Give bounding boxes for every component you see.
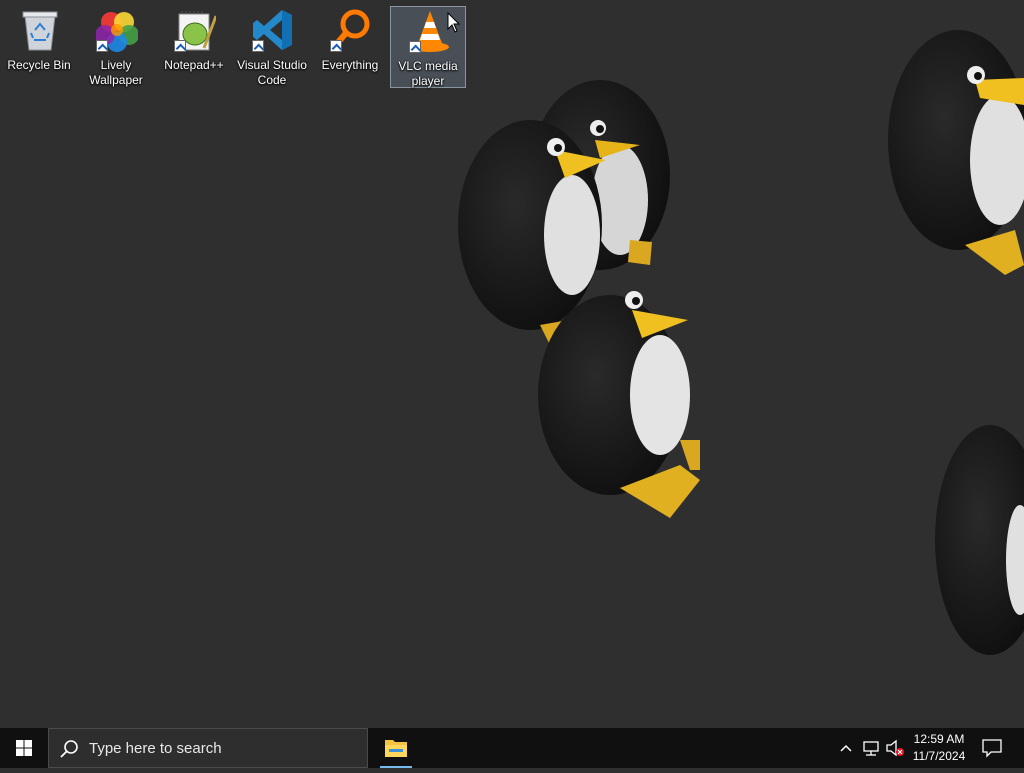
search-icon [60,740,78,758]
taskbar: Type here to search 12:59 AM 11/7/2024 [0,728,1024,768]
shortcut-arrow-icon [330,40,342,52]
shortcut-arrow-icon [174,40,186,52]
recycle-bin-icon [22,11,58,51]
clock-time: 12:59 AM [913,732,965,746]
volume-muted-icon[interactable] [885,738,905,758]
search-placeholder: Type here to search [89,740,222,757]
folder-icon [385,740,407,757]
desktop-icon-recycle-bin[interactable]: Recycle Bin [1,6,77,88]
desktop-icon-label: Everything [321,58,379,72]
desktop-icon-everything[interactable]: Everything [312,6,388,88]
taskbar-search-box[interactable]: Type here to search [48,728,368,768]
shortcut-arrow-icon [96,40,108,52]
network-icon[interactable] [861,738,881,758]
shortcut-arrow-icon [252,40,264,52]
desktop-icon-notepad-plus-plus[interactable]: Notepad++ [156,6,232,88]
desktop-icon-lively-wallpaper[interactable]: Lively Wallpaper [78,6,154,88]
vscode-icon [252,8,294,52]
desktop-icon-label: Visual Studio Code [237,58,307,87]
desktop-icon-visual-studio-code[interactable]: Visual Studio Code [234,6,310,88]
clock-date: 11/7/2024 [912,749,966,763]
taskbar-clock[interactable]: 12:59 AM 11/7/2024 [904,731,974,765]
desktop-icon-label: Notepad++ [164,58,224,72]
action-center-icon[interactable] [978,736,1006,760]
desktop-icon-label: VLC media player [398,59,458,88]
chevron-up-icon[interactable] [836,738,856,758]
desktop-wallpaper [0,0,1024,728]
mouse-cursor-icon [447,12,461,33]
start-button[interactable] [0,728,48,768]
desktop-icon-label: Recycle Bin [7,58,71,72]
shortcut-arrow-icon [409,41,421,53]
taskbar-file-explorer-button[interactable] [376,728,416,768]
lively-wallpaper-icon [95,8,139,52]
desktop-icon-label: Lively Wallpaper [89,58,143,87]
notepad-plus-plus-icon [174,8,218,52]
windows-logo-icon [16,740,32,756]
vlc-cone-icon [409,9,451,53]
everything-search-icon [330,8,372,52]
